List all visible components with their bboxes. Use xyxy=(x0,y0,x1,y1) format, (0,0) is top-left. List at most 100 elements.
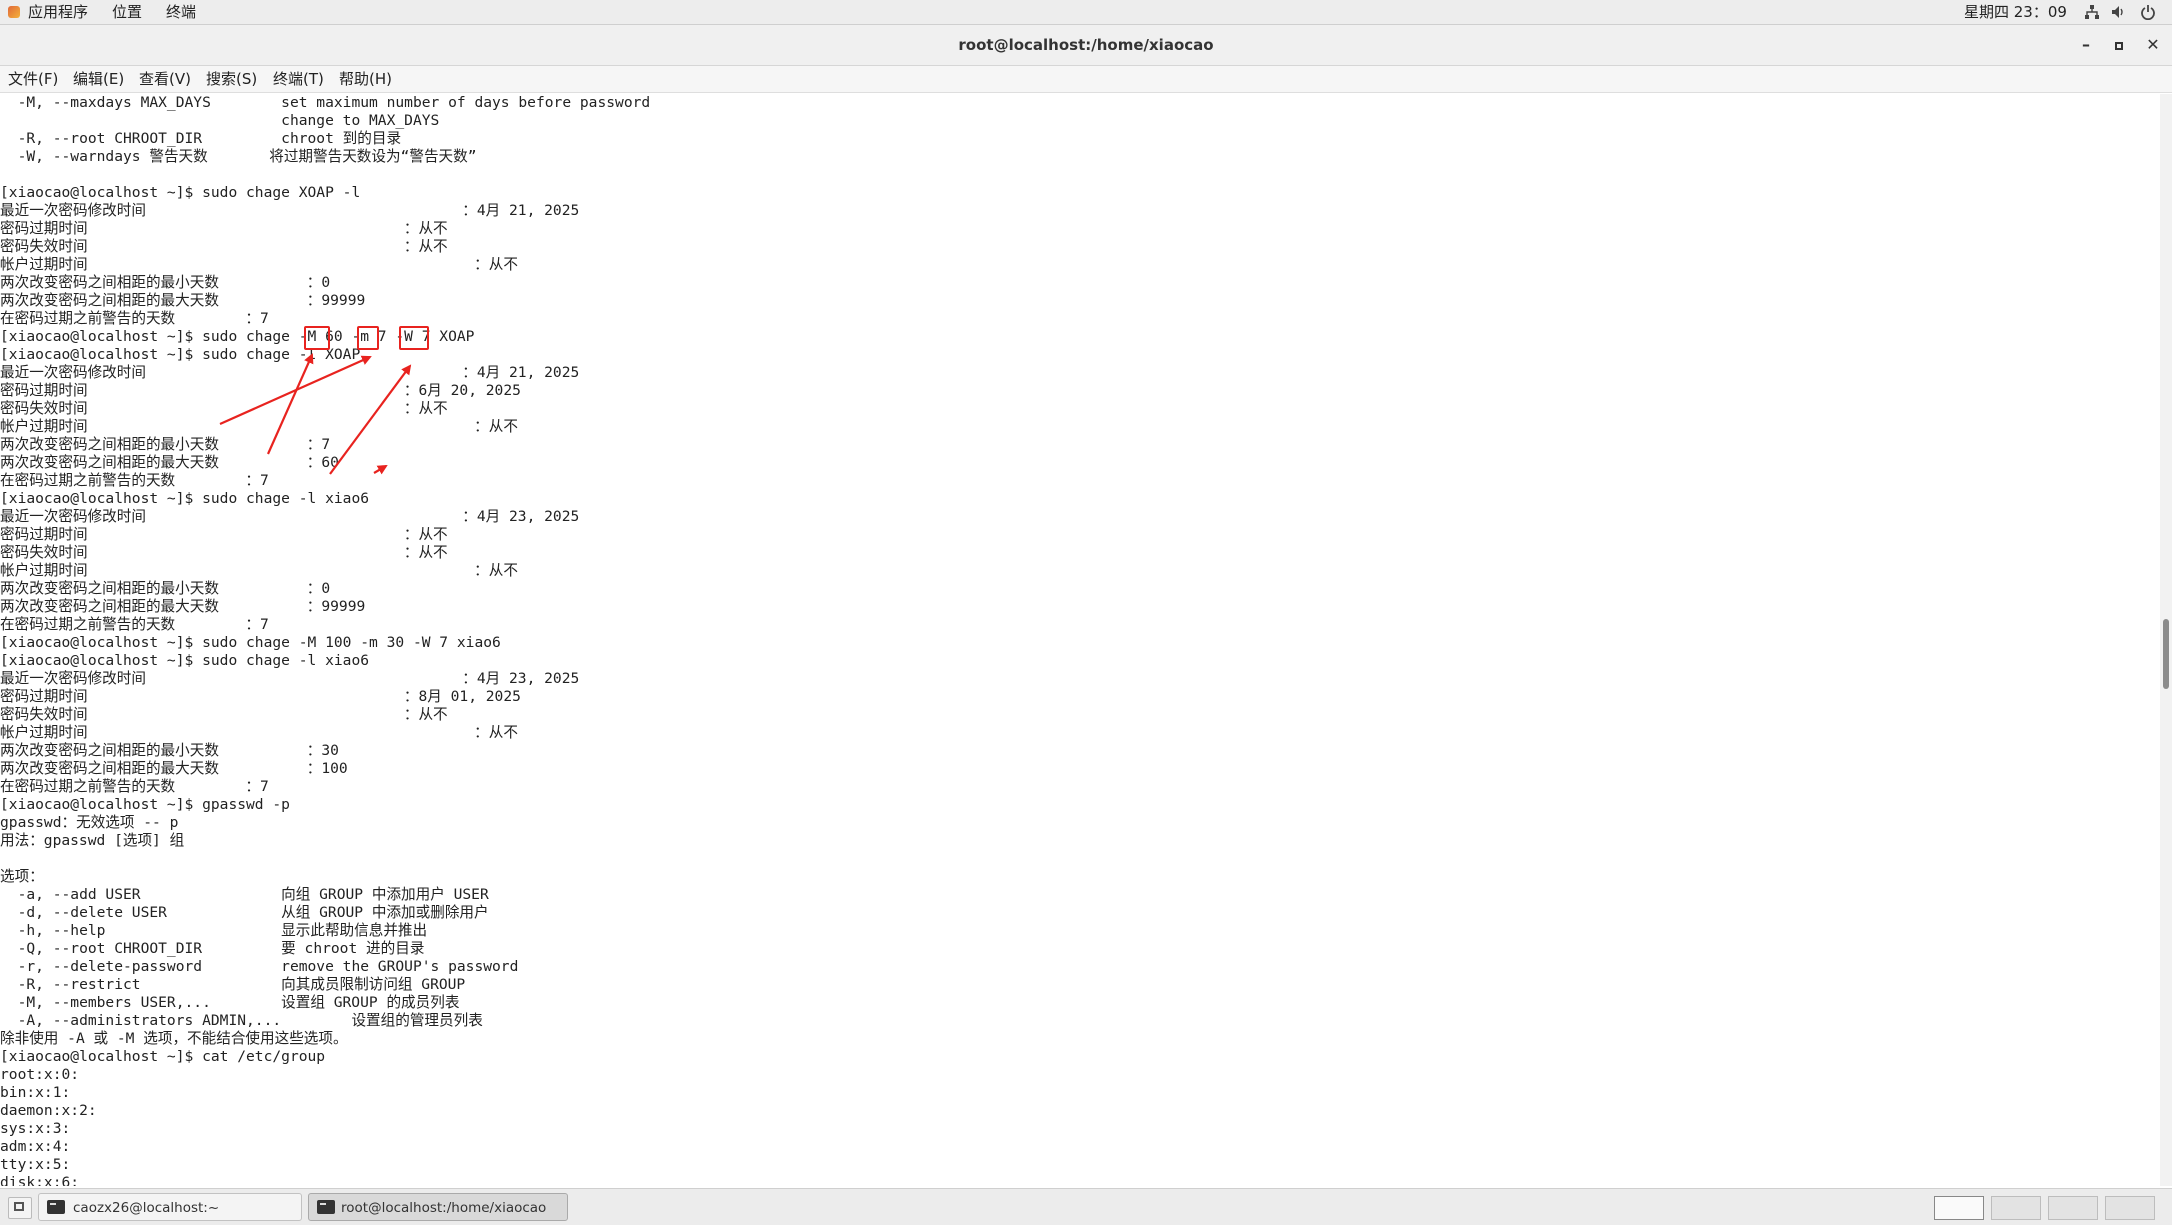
terminal-line: daemon:x:2: xyxy=(0,1102,97,1119)
task-root-xiaocao[interactable]: root@localhost:/home/xiaocao xyxy=(308,1193,568,1221)
terminal-line: root:x:0: xyxy=(0,1066,80,1083)
terminal-line: 密码过期时间 ：从不 xyxy=(0,526,448,543)
scrollbar-thumb[interactable] xyxy=(2163,619,2169,689)
power-icon[interactable] xyxy=(2140,4,2156,20)
terminal-line: [xiaocao@localhost ~]$ sudo chage -l xia… xyxy=(0,490,370,507)
terminal-line: -M, --maxdays MAX_DAYS set maximum numbe… xyxy=(0,94,651,111)
terminal-line: tty:x:5: xyxy=(0,1156,71,1173)
terminal-line: 两次改变密码之间相距的最小天数 ：0 xyxy=(0,580,331,597)
terminal-line: 帐户过期时间 ：从不 xyxy=(0,562,518,579)
terminal-menu[interactable]: 终端 xyxy=(166,0,196,24)
terminal-line: 最近一次密码修改时间 ：4月 23, 2025 xyxy=(0,670,580,687)
workspace-2[interactable] xyxy=(1991,1196,2041,1220)
menu-terminal[interactable]: 终端(T) xyxy=(273,66,324,92)
terminal-line: 在密码过期之前警告的天数 ：7 xyxy=(0,778,269,795)
clock[interactable]: 星期四 23：09 xyxy=(1964,0,2067,24)
terminal-line: 帐户过期时间 ：从不 xyxy=(0,724,518,741)
terminal-icon xyxy=(47,1200,65,1214)
terminal-line: 密码过期时间 ：6月 20, 2025 xyxy=(0,382,521,399)
terminal-line: 最近一次密码修改时间 ：4月 21, 2025 xyxy=(0,202,580,219)
workspace-4[interactable] xyxy=(2105,1196,2155,1220)
terminal-line: [xiaocao@localhost ~]$ cat /etc/group xyxy=(0,1048,326,1065)
terminal-line: [xiaocao@localhost ~]$ sudo chage -l xia… xyxy=(0,652,370,669)
show-desktop-icon xyxy=(14,1202,24,1211)
terminal-line: -Q, --root CHROOT_DIR 要 chroot 进的目录 xyxy=(0,940,425,957)
terminal-line: 除非使用 -A 或 -M 选项，不能结合使用这些选项。 xyxy=(0,1030,348,1047)
task-label: caozx26@localhost:~ xyxy=(73,1200,220,1216)
terminal-line: -A, --administrators ADMIN,... 设置组的管理员列表 xyxy=(0,1012,483,1029)
window-titlebar[interactable]: root@localhost:/home/xiaocao – ✕ xyxy=(0,25,2172,66)
terminal-line: 密码过期时间 ：8月 01, 2025 xyxy=(0,688,521,705)
volume-icon[interactable] xyxy=(2110,4,2126,20)
terminal-line: 选项： xyxy=(0,868,44,885)
terminal-line: gpasswd：无效选项 -- p xyxy=(0,814,179,831)
network-icon[interactable] xyxy=(2084,4,2100,20)
terminal-line: change to MAX_DAYS xyxy=(0,112,440,129)
terminal-line: bin:x:1: xyxy=(0,1084,71,1101)
terminal-line: 两次改变密码之间相距的最大天数 ：99999 xyxy=(0,292,366,309)
applications-icon xyxy=(8,6,20,18)
menu-search[interactable]: 搜索(S) xyxy=(206,66,257,92)
workspace-1[interactable] xyxy=(1934,1196,1984,1220)
terminal-line: sys:x:3: xyxy=(0,1120,71,1137)
terminal-line: -W, --warndays 警告天数 将过期警告天数设为“警告天数” xyxy=(0,148,477,165)
terminal-line: adm:x:4: xyxy=(0,1138,71,1155)
terminal-line: disk:x:6: xyxy=(0,1174,80,1186)
terminal-line: -h, --help 显示此帮助信息并推出 xyxy=(0,922,428,939)
terminal-menubar: 文件(F) 编辑(E) 查看(V) 搜索(S) 终端(T) 帮助(H) xyxy=(0,66,2172,93)
terminal-line: 在密码过期之前警告的天数 ：7 xyxy=(0,616,269,633)
terminal-line: 两次改变密码之间相距的最大天数 ：99999 xyxy=(0,598,366,615)
annotation-box-m-flag xyxy=(357,326,379,350)
terminal-line: -r, --delete-password remove the GROUP's… xyxy=(0,958,519,975)
maximize-icon xyxy=(2115,42,2123,50)
terminal-line: 两次改变密码之间相距的最大天数 ：100 xyxy=(0,760,348,777)
terminal-line: 两次改变密码之间相距的最大天数 ：60 xyxy=(0,454,339,471)
terminal-line: 在密码过期之前警告的天数 ：7 xyxy=(0,472,269,489)
close-icon: ✕ xyxy=(2146,35,2160,54)
close-button[interactable]: ✕ xyxy=(2138,25,2168,65)
terminal-line: 两次改变密码之间相距的最小天数 ：30 xyxy=(0,742,339,759)
terminal-line: 帐户过期时间 ：从不 xyxy=(0,418,518,435)
task-caozx26[interactable]: caozx26@localhost:~ xyxy=(38,1193,302,1221)
terminal-icon xyxy=(317,1200,335,1214)
terminal-line: 两次改变密码之间相距的最小天数 ：0 xyxy=(0,274,331,291)
places-menu[interactable]: 位置 xyxy=(112,0,142,24)
annotation-box-M-flag xyxy=(304,326,330,350)
workspace-3[interactable] xyxy=(2048,1196,2098,1220)
terminal-line: 用法：gpasswd [选项] 组 xyxy=(0,832,185,849)
terminal-line: 密码过期时间 ：从不 xyxy=(0,220,448,237)
terminal-line: -R, --restrict 向其成员限制访问组 GROUP xyxy=(0,976,466,993)
terminal-scrollbar[interactable] xyxy=(2160,94,2172,1186)
menu-edit[interactable]: 编辑(E) xyxy=(73,66,124,92)
terminal-lines: -M, --maxdays MAX_DAYS set maximum numbe… xyxy=(0,94,650,1186)
terminal-line: 最近一次密码修改时间 ：4月 23, 2025 xyxy=(0,508,580,525)
applications-menu[interactable]: 应用程序 xyxy=(28,0,88,24)
minimize-button[interactable]: – xyxy=(2071,25,2101,65)
minimize-icon: – xyxy=(2082,35,2090,54)
terminal-line: 密码失效时间 ：从不 xyxy=(0,400,448,417)
terminal-output[interactable]: -M, --maxdays MAX_DAYS set maximum numbe… xyxy=(0,94,2160,1186)
menu-view[interactable]: 查看(V) xyxy=(139,66,191,92)
terminal-line: 最近一次密码修改时间 ：4月 21, 2025 xyxy=(0,364,580,381)
maximize-button[interactable] xyxy=(2104,25,2134,65)
terminal-line: -M, --members USER,... 设置组 GROUP 的成员列表 xyxy=(0,994,460,1011)
show-desktop-button[interactable] xyxy=(8,1197,32,1219)
window-title: root@localhost:/home/xiaocao xyxy=(958,36,1214,54)
terminal-line: 密码失效时间 ：从不 xyxy=(0,544,448,561)
top-panel: 应用程序 位置 终端 星期四 23：09 xyxy=(0,0,2172,25)
terminal-line: [xiaocao@localhost ~]$ gpasswd -p xyxy=(0,796,290,813)
terminal-line: [xiaocao@localhost ~]$ sudo chage -M 100… xyxy=(0,634,501,651)
terminal-line: 密码失效时间 ：从不 xyxy=(0,706,448,723)
terminal-line: 两次改变密码之间相距的最小天数 ：7 xyxy=(0,436,331,453)
menu-help[interactable]: 帮助(H) xyxy=(339,66,392,92)
terminal-line: -d, --delete USER 从组 GROUP 中添加或删除用户 xyxy=(0,904,489,921)
terminal-line: 帐户过期时间 ：从不 xyxy=(0,256,518,273)
taskbar: caozx26@localhost:~ root@localhost:/home… xyxy=(0,1188,2172,1225)
terminal-line: -a, --add USER 向组 GROUP 中添加用户 USER xyxy=(0,886,489,903)
terminal-line: -R, --root CHROOT_DIR chroot 到的目录 xyxy=(0,130,402,147)
menu-file[interactable]: 文件(F) xyxy=(8,66,58,92)
terminal-line: [xiaocao@localhost ~]$ sudo chage XOAP -… xyxy=(0,184,361,201)
terminal-line: 密码失效时间 ：从不 xyxy=(0,238,448,255)
